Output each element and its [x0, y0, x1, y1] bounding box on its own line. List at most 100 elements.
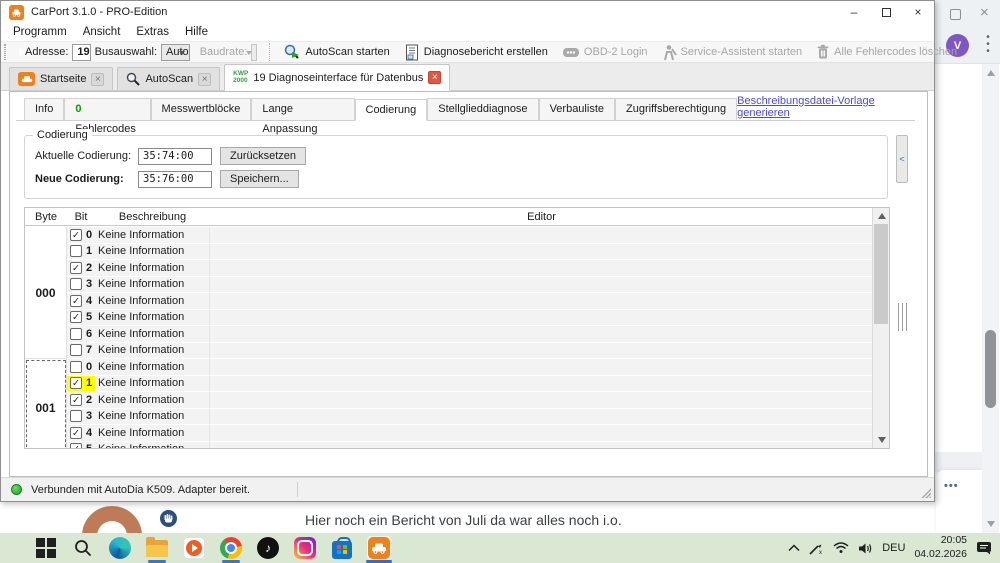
editor-cell[interactable] — [210, 310, 873, 327]
bus-select[interactable]: Auto — [161, 44, 190, 61]
table-scrollbar-thumb[interactable] — [874, 224, 888, 324]
taskbar-edge-icon[interactable] — [108, 536, 132, 560]
bit-checkbox[interactable]: ✓ — [70, 262, 82, 274]
tab-startseite[interactable]: Startseite × — [9, 67, 113, 90]
scroll-down-icon[interactable] — [987, 521, 995, 527]
bit-cell[interactable]: ✓5 — [67, 310, 95, 327]
taskbar-mediaplayer-icon[interactable] — [182, 536, 206, 560]
taskbar-start-button[interactable] — [34, 536, 58, 560]
browser-close-icon[interactable]: × — [980, 4, 989, 21]
save-button[interactable]: Speichern... — [220, 170, 299, 188]
new-coding-input[interactable]: 35:76:00 — [138, 171, 212, 188]
splitter[interactable]: < — [896, 135, 909, 467]
taskbar-store-icon[interactable] — [330, 536, 354, 560]
table-scrollbar[interactable] — [872, 208, 889, 448]
autoscan-start-button[interactable]: AutoScan starten — [276, 42, 396, 62]
menu-hilfe[interactable]: Hilfe — [177, 26, 216, 38]
scroll-up-icon[interactable] — [878, 213, 886, 219]
tab-close-icon[interactable]: × — [91, 73, 104, 86]
bit-cell[interactable]: ✓4 — [67, 293, 95, 310]
browser-scrollbar[interactable] — [982, 64, 999, 533]
bit-cell[interactable]: 0 — [67, 359, 95, 376]
language-indicator[interactable]: DEU — [882, 542, 905, 554]
scroll-down-icon[interactable] — [878, 437, 886, 443]
bit-cell[interactable]: ✓2 — [67, 260, 95, 277]
scroll-up-icon[interactable] — [987, 70, 995, 76]
pen-input-icon[interactable]: x — [809, 542, 824, 555]
editor-cell[interactable] — [210, 326, 873, 343]
bit-cell[interactable]: ✓2 — [67, 392, 95, 409]
close-button[interactable]: × — [902, 1, 934, 23]
card-more-icon[interactable]: ••• — [944, 480, 959, 492]
editor-cell[interactable] — [210, 359, 873, 376]
editor-cell[interactable] — [210, 227, 873, 244]
menu-ansicht[interactable]: Ansicht — [75, 26, 129, 38]
taskbar-search-button[interactable] — [71, 536, 95, 560]
menu-programm[interactable]: Programm — [5, 26, 75, 38]
bit-checkbox[interactable]: ✓ — [70, 229, 82, 241]
bit-cell[interactable]: 6 — [67, 326, 95, 343]
editor-cell[interactable] — [210, 244, 873, 261]
tab-info[interactable]: Info — [24, 98, 64, 120]
bit-checkbox[interactable] — [70, 344, 82, 356]
bit-cell[interactable]: ✓5 — [67, 442, 95, 449]
template-generate-link[interactable]: Beschreibungsdatei-Vorlage generieren — [737, 95, 915, 119]
taskbar-carport-icon[interactable] — [367, 536, 391, 560]
notification-icon[interactable] — [976, 541, 992, 555]
taskbar-tiktok-icon[interactable]: ♪ — [256, 536, 280, 560]
bit-cell[interactable]: ✓1 — [67, 376, 95, 393]
tab-autoscan[interactable]: AutoScan × — [117, 67, 220, 90]
bit-checkbox[interactable] — [70, 410, 82, 422]
tab-close-icon[interactable]: × — [198, 73, 211, 86]
editor-cell[interactable] — [210, 442, 873, 449]
maximize-button[interactable] — [870, 1, 902, 23]
minimize-button[interactable]: – — [838, 1, 870, 23]
editor-cell[interactable] — [210, 409, 873, 426]
tab-lange-anpassung[interactable]: Lange Anpassung — [251, 98, 354, 120]
byte-cell[interactable]: 000 — [25, 227, 67, 359]
diagnose-report-button[interactable]: Diagnosebericht erstellen — [397, 42, 555, 62]
byte-cell[interactable]: 001 — [25, 359, 67, 448]
bit-cell[interactable]: 7 — [67, 343, 95, 360]
bit-checkbox[interactable] — [70, 328, 82, 340]
browser-restore-icon[interactable] — [950, 9, 961, 20]
splitter-grip[interactable] — [898, 303, 907, 331]
bit-checkbox[interactable]: ✓ — [70, 394, 82, 406]
bit-checkbox[interactable]: ✓ — [70, 377, 82, 389]
bit-cell[interactable]: 3 — [67, 277, 95, 294]
taskbar-instagram-icon[interactable] — [293, 536, 317, 560]
bit-checkbox[interactable]: ✓ — [70, 295, 82, 307]
bit-checkbox[interactable]: ✓ — [70, 427, 82, 439]
taskbar-chrome-icon[interactable] — [219, 536, 243, 560]
browser-menu-icon[interactable]: ••• — [985, 34, 991, 55]
editor-cell[interactable] — [210, 425, 873, 442]
bit-checkbox[interactable]: ✓ — [70, 443, 82, 448]
tab-close-icon[interactable]: × — [428, 71, 441, 84]
speaker-icon[interactable] — [858, 542, 873, 555]
reset-button[interactable]: Zurücksetzen — [220, 147, 306, 165]
editor-cell[interactable] — [210, 293, 873, 310]
bit-cell[interactable]: 3 — [67, 409, 95, 426]
editor-cell[interactable] — [210, 260, 873, 277]
tab-fehlercodes[interactable]: 0 Fehlercodes — [64, 98, 150, 120]
wifi-icon[interactable] — [833, 542, 849, 554]
tab-zugriffsberechtigung[interactable]: Zugriffsberechtigung — [615, 98, 737, 120]
tab-messwertbloecke[interactable]: Messwertblöcke — [151, 98, 252, 120]
editor-cell[interactable] — [210, 343, 873, 360]
address-input[interactable]: 19 — [72, 44, 90, 61]
bit-checkbox[interactable] — [70, 361, 82, 373]
resize-grip[interactable] — [921, 488, 931, 498]
bit-cell[interactable]: ✓4 — [67, 425, 95, 442]
bit-checkbox[interactable] — [70, 245, 82, 257]
taskbar-explorer-icon[interactable] — [145, 536, 169, 560]
tab-diagnoseinterface[interactable]: KWP2000 19 Diagnoseinterface für Datenbu… — [224, 64, 450, 91]
editor-cell[interactable] — [210, 277, 873, 294]
collapse-panel-button[interactable]: < — [896, 135, 908, 183]
tray-chevron-icon[interactable] — [788, 544, 800, 552]
browser-scrollbar-thumb[interactable] — [985, 330, 996, 408]
editor-cell[interactable] — [210, 392, 873, 409]
bit-checkbox[interactable]: ✓ — [70, 311, 82, 323]
clock[interactable]: 20:05 04.02.2026 — [914, 534, 967, 561]
titlebar[interactable]: CarPort 3.1.0 - PRO-Edition – × — [1, 1, 934, 23]
tab-codierung[interactable]: Codierung — [355, 99, 428, 121]
